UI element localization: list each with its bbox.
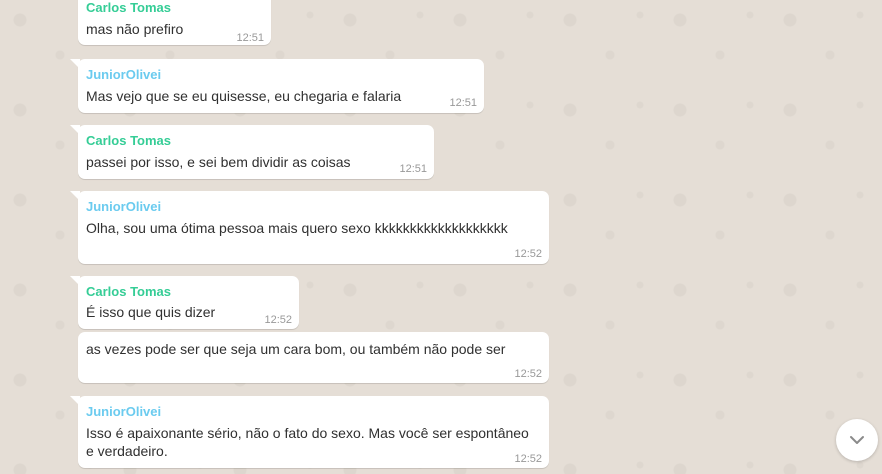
message-bubble[interactable]: JuniorOlivei Olha, sou uma ótima pessoa … [70,191,549,264]
message-text: passei por isso, e sei bem dividir as co… [86,154,351,170]
message-time: 12:52 [514,248,542,260]
sender-name[interactable]: JuniorOlivei [86,67,161,83]
sender-name[interactable]: Carlos Tomas [86,0,171,16]
chevron-down-icon [850,436,864,444]
message-text-line-1: Isso é apaixonante sério, não o fato do … [86,425,529,441]
message-bubble[interactable]: Carlos Tomas mas não prefiro 12:51 [78,0,271,45]
message-text-line-2: e verdadeiro. [86,443,168,459]
message-time: 12:52 [514,368,542,380]
message-text: mas não prefiro [86,21,184,37]
message-text: as vezes pode ser que seja um cara bom, … [86,341,506,357]
message-bubble[interactable]: as vezes pode ser que seja um cara bom, … [78,332,549,383]
scroll-to-bottom-button[interactable] [836,419,878,461]
sender-name[interactable]: Carlos Tomas [86,284,171,300]
chat-background: Carlos Tomas mas não prefiro 12:51 Junio… [0,0,882,474]
message-bubble[interactable]: JuniorOlivei Isso é apaixonante sério, n… [70,396,549,468]
sender-name[interactable]: JuniorOlivei [86,404,161,420]
message-text: Olha, sou uma ótima pessoa mais quero se… [86,220,508,236]
message-time: 12:51 [399,163,427,175]
message-text: Mas vejo que se eu quisesse, eu chegaria… [86,88,402,104]
sender-name[interactable]: JuniorOlivei [86,199,161,215]
message-bubble[interactable]: Carlos Tomas É isso que quis dizer 12:52 [70,276,299,329]
sender-name[interactable]: Carlos Tomas [86,133,171,149]
message-text: É isso que quis dizer [86,304,216,320]
message-time: 12:52 [264,314,292,326]
message-time: 12:51 [236,32,264,44]
message-time: 12:51 [449,97,477,109]
message-time: 12:52 [514,453,542,465]
message-bubble[interactable]: JuniorOlivei Mas vejo que se eu quisesse… [70,59,484,113]
message-bubble[interactable]: Carlos Tomas passei por isso, e sei bem … [70,125,434,179]
